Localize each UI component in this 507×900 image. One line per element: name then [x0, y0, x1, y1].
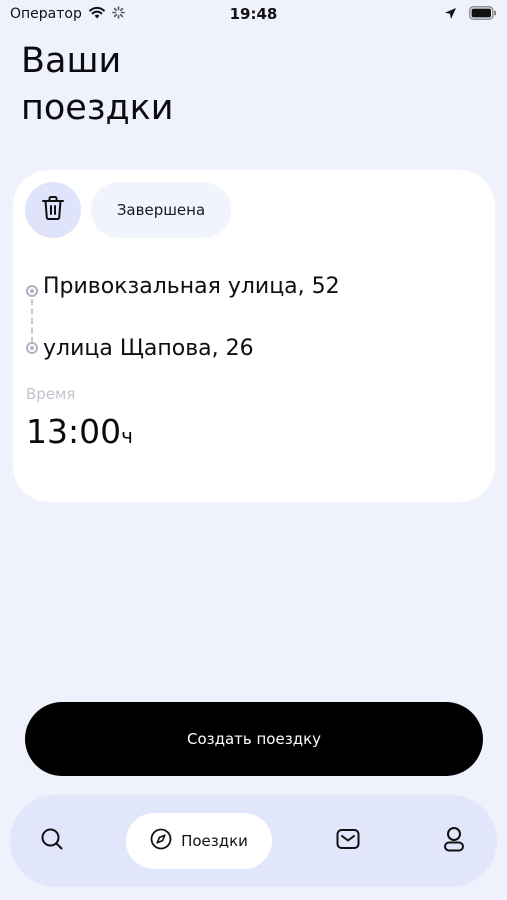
tab-trips-label: Поездки — [181, 832, 248, 850]
trash-icon — [41, 195, 65, 225]
trip-status-badge: Завершена — [91, 182, 231, 238]
tab-search[interactable] — [24, 813, 80, 869]
trip-card[interactable]: Завершена Привокзальная улица, 52 улица … — [13, 170, 495, 502]
mail-icon — [336, 828, 360, 854]
time-unit: ч — [121, 424, 133, 448]
tab-profile[interactable] — [426, 813, 482, 869]
compass-icon — [150, 828, 172, 854]
battery-icon — [469, 5, 497, 24]
status-right — [444, 5, 497, 24]
tab-messages[interactable] — [320, 813, 376, 869]
route-start-dot — [26, 285, 38, 297]
tab-trips[interactable]: Поездки — [126, 813, 272, 869]
tab-bar: Поездки — [10, 795, 497, 887]
delete-trip-button[interactable] — [25, 182, 81, 238]
page-title: Ваши поездки — [21, 38, 281, 132]
status-bar: Оператор 19:48 — [0, 0, 507, 30]
route-from-address: Привокзальная улица, 52 — [43, 274, 340, 299]
route-end-dot — [26, 342, 38, 354]
status-time: 19:48 — [229, 5, 278, 23]
create-trip-button[interactable]: Создать поездку — [25, 702, 483, 776]
route: Привокзальная улица, 52 улица Щапова, 26 — [23, 270, 463, 370]
time-label: Время — [26, 385, 76, 403]
time-value-container: 13:00ч — [26, 412, 133, 451]
page-title-line2: поездки — [21, 88, 174, 128]
location-arrow-icon — [444, 5, 457, 24]
time-value: 13:00 — [26, 412, 122, 451]
page-title-line1: Ваши — [21, 41, 122, 81]
profile-icon — [443, 826, 465, 856]
route-to-address: улица Щапова, 26 — [43, 336, 254, 361]
create-trip-label: Создать поездку — [186, 730, 322, 748]
route-dashed-line — [31, 299, 33, 343]
search-icon — [40, 827, 64, 855]
